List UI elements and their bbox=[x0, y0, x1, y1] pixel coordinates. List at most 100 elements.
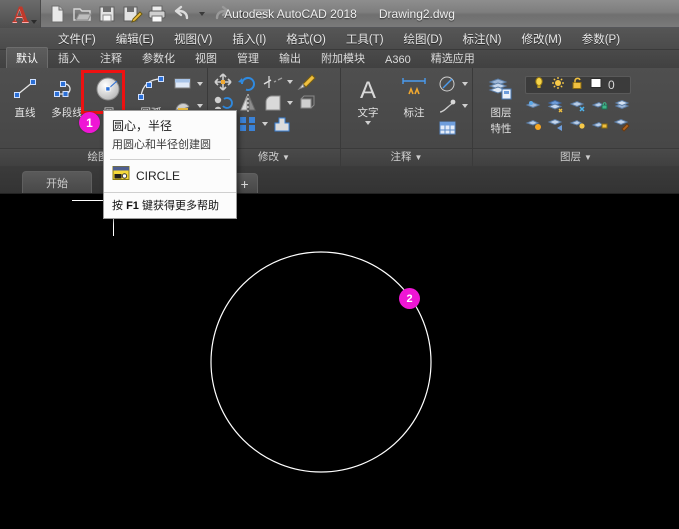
mirror-icon[interactable] bbox=[237, 93, 259, 113]
svg-text:A: A bbox=[360, 77, 376, 104]
menu-item-file[interactable]: 文件(F) bbox=[58, 31, 96, 47]
open-file-icon[interactable] bbox=[71, 3, 93, 25]
layer-on-icon[interactable] bbox=[532, 76, 546, 95]
layer-status-bar[interactable]: 0 bbox=[525, 76, 631, 94]
quick-access-toolbar bbox=[46, 0, 273, 28]
application-menu-button[interactable]: A bbox=[0, 0, 41, 28]
layer-freeze-icon[interactable] bbox=[547, 97, 565, 113]
trim-dropdown-icon[interactable] bbox=[287, 80, 293, 84]
undo-icon[interactable] bbox=[171, 3, 193, 25]
redo-icon[interactable] bbox=[211, 3, 233, 25]
save-as-icon[interactable] bbox=[121, 3, 143, 25]
ribbon-tab-manage[interactable]: 管理 bbox=[227, 47, 269, 68]
tooltip-footer-prefix: 按 bbox=[112, 200, 126, 212]
text-dropdown-icon[interactable] bbox=[365, 121, 371, 125]
panel-annotation-label[interactable]: 注释▼ bbox=[341, 148, 472, 166]
trim-icon[interactable] bbox=[262, 72, 284, 92]
file-tab-start[interactable]: 开始 bbox=[22, 171, 92, 193]
layer-color-swatch[interactable] bbox=[589, 76, 603, 95]
menu-item-edit[interactable]: 编辑(E) bbox=[116, 31, 154, 47]
title-bar: A Autodesk AutoCAD 2018 Dra bbox=[0, 0, 679, 28]
dimension-tool-label: 标注 bbox=[404, 105, 425, 120]
rectangle-icon bbox=[172, 74, 194, 94]
menu-item-modify[interactable]: 修改(M) bbox=[521, 31, 561, 47]
dimension-tool-button[interactable]: 标注 bbox=[391, 72, 437, 120]
ribbon-tab-view[interactable]: 视图 bbox=[185, 47, 227, 68]
menu-item-dimension[interactable]: 标注(N) bbox=[463, 31, 502, 47]
dimension-icon bbox=[399, 74, 429, 104]
panel-annotation-expand-icon[interactable]: ▼ bbox=[415, 153, 423, 162]
scale-dropdown-icon[interactable] bbox=[262, 122, 268, 126]
qat-customize-icon[interactable] bbox=[251, 3, 273, 25]
ribbon-tab-annotate[interactable]: 注释 bbox=[90, 47, 132, 68]
ribbon-tab-insert[interactable]: 插入 bbox=[48, 47, 90, 68]
panel-layers-expand-icon[interactable]: ▼ bbox=[584, 153, 592, 162]
layer-properties-label-2: 特性 bbox=[491, 121, 512, 136]
menu-item-view[interactable]: 视图(V) bbox=[174, 31, 212, 47]
fillet-icon[interactable] bbox=[262, 93, 284, 113]
layer-off-icon[interactable] bbox=[569, 97, 587, 113]
hatch-dropdown-icon[interactable] bbox=[197, 104, 203, 108]
array-icon[interactable] bbox=[296, 93, 318, 113]
layer-thaw-all-icon[interactable] bbox=[569, 116, 587, 132]
layer-unlock-icon[interactable] bbox=[570, 76, 584, 95]
panel-annotation: A 文字 标注 bbox=[341, 68, 473, 166]
leader-dropdown-icon[interactable] bbox=[462, 104, 468, 108]
layer-tools-row-2 bbox=[525, 116, 631, 132]
panel-modify-expand-icon[interactable]: ▼ bbox=[282, 153, 290, 162]
modify-row-1 bbox=[212, 72, 318, 92]
autocad-logo-icon: A bbox=[12, 3, 28, 26]
fillet-dropdown-icon[interactable] bbox=[287, 101, 293, 105]
menu-item-parametric[interactable]: 参数(P) bbox=[582, 31, 620, 47]
leader-row[interactable] bbox=[437, 96, 468, 116]
layer-previous-icon[interactable] bbox=[547, 116, 565, 132]
step-marker-1: 1 bbox=[79, 112, 100, 133]
panel-layers-label[interactable]: 图层▼ bbox=[473, 148, 679, 166]
print-icon[interactable] bbox=[146, 3, 168, 25]
circle-command-icon bbox=[112, 165, 130, 186]
ribbon-tab-parametric[interactable]: 参数化 bbox=[132, 47, 185, 68]
chevron-down-icon bbox=[31, 20, 37, 24]
layer-merge-icon[interactable] bbox=[613, 97, 631, 113]
rectangle-dropdown-icon[interactable] bbox=[197, 82, 203, 86]
dim-style-dropdown-icon[interactable] bbox=[462, 82, 468, 86]
text-tool-button[interactable]: A 文字 bbox=[345, 72, 391, 125]
file-tab-bar: 开始 × + bbox=[0, 166, 679, 194]
line-tool-button[interactable]: 直线 bbox=[4, 72, 46, 120]
layer-unlock-all-icon[interactable] bbox=[591, 116, 609, 132]
rotate-icon[interactable] bbox=[237, 72, 259, 92]
new-file-icon[interactable] bbox=[46, 3, 68, 25]
tooltip-footer: 按 F1 键获得更多帮助 bbox=[104, 192, 236, 218]
drawn-circle[interactable] bbox=[211, 252, 431, 472]
layer-isolate-icon[interactable] bbox=[525, 97, 543, 113]
table-row-tool[interactable] bbox=[437, 118, 468, 138]
save-icon[interactable] bbox=[96, 3, 118, 25]
document-name-text: Drawing2.dwg bbox=[379, 7, 455, 21]
menu-item-tools[interactable]: 工具(T) bbox=[346, 31, 384, 47]
rectangle-tool-row[interactable] bbox=[172, 74, 203, 94]
layer-on-all-icon[interactable] bbox=[525, 116, 543, 132]
ribbon-tab-featured-apps[interactable]: 精选应用 bbox=[421, 47, 485, 68]
dim-style-row[interactable] bbox=[437, 74, 468, 94]
polyline-icon bbox=[52, 74, 82, 104]
layer-properties-button[interactable]: 图层 特性 bbox=[477, 72, 525, 136]
ribbon-tab-a360[interactable]: A360 bbox=[375, 51, 421, 68]
drawing-canvas[interactable] bbox=[0, 194, 679, 529]
undo-dropdown-icon[interactable] bbox=[199, 12, 205, 16]
ribbon-tab-addins[interactable]: 附加模块 bbox=[311, 47, 375, 68]
menu-item-draw[interactable]: 绘图(D) bbox=[404, 31, 443, 47]
menu-item-insert[interactable]: 插入(I) bbox=[232, 31, 266, 47]
explode-icon[interactable] bbox=[271, 114, 293, 134]
ribbon-tab-home[interactable]: 默认 bbox=[6, 47, 48, 68]
move-icon[interactable] bbox=[212, 72, 234, 92]
layer-match-icon[interactable] bbox=[613, 116, 631, 132]
redo-dropdown-icon[interactable] bbox=[239, 12, 245, 16]
scale-icon[interactable] bbox=[237, 114, 259, 134]
layer-thaw-icon[interactable] bbox=[551, 76, 565, 95]
ribbon-tab-output[interactable]: 输出 bbox=[269, 47, 311, 68]
match-properties-icon[interactable] bbox=[296, 72, 318, 92]
circle-tool-tooltip: 圆心，半径 用圆心和半径创建圆 CIRCLE 按 F1 键获得更多帮助 bbox=[103, 110, 237, 219]
layer-lock-icon[interactable] bbox=[591, 97, 609, 113]
tooltip-footer-key: F1 bbox=[126, 200, 139, 212]
menu-item-format[interactable]: 格式(O) bbox=[286, 31, 326, 47]
